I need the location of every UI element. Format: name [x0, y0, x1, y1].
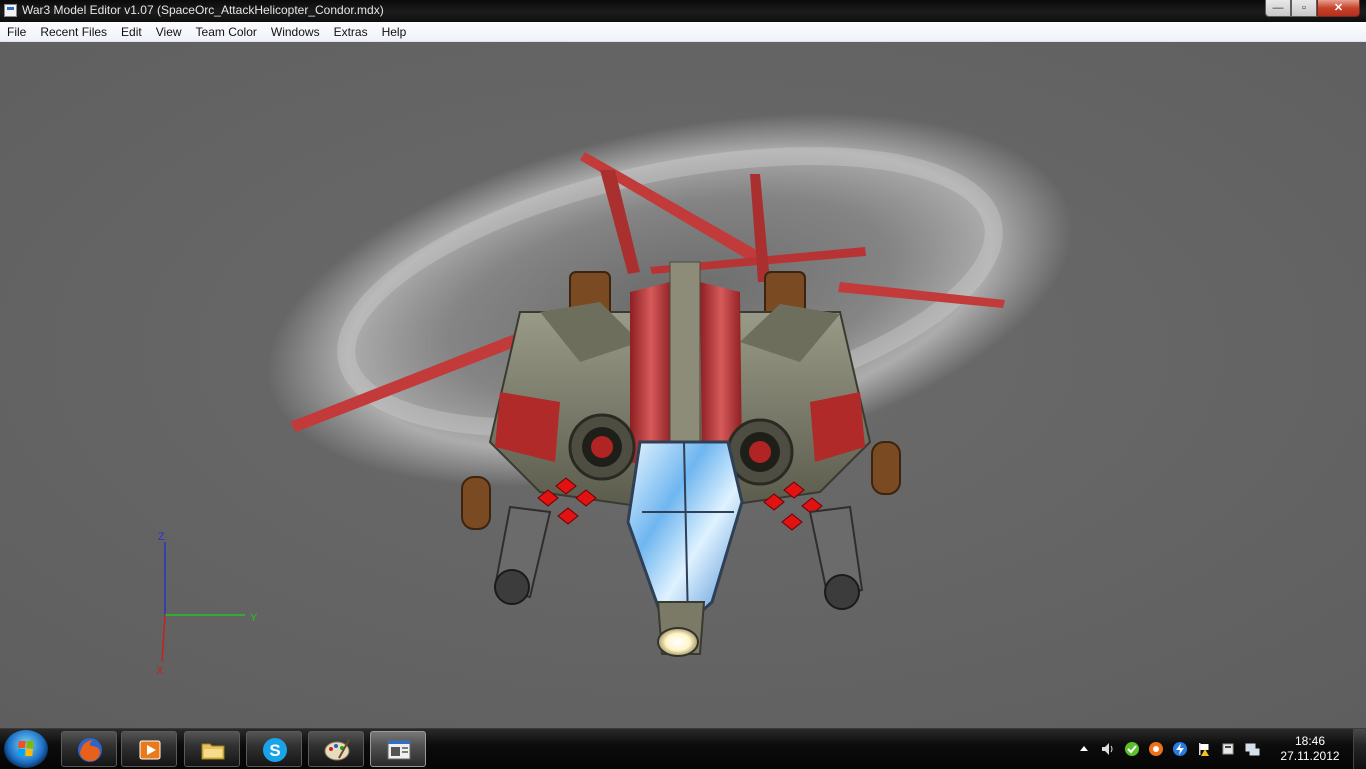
action-center-flag-icon[interactable]: [1196, 741, 1212, 757]
taskbar-war3-model-editor[interactable]: [370, 731, 426, 767]
z-axis-label: Z: [158, 531, 165, 543]
title-bar[interactable]: War3 Model Editor v1.07 (SpaceOrc_Attack…: [0, 0, 1366, 22]
taskbar: S 18:46 27.11.2012: [0, 728, 1366, 769]
x-axis-label: X: [156, 665, 164, 677]
folder-icon: [201, 743, 225, 760]
menu-windows[interactable]: Windows: [264, 22, 327, 41]
clock-date: 27.11.2012: [1280, 749, 1340, 763]
paint-palette-icon: [324, 739, 350, 761]
maximize-button[interactable]: ▫: [1291, 0, 1317, 17]
window-title: War3 Model Editor v1.07 (SpaceOrc_Attack…: [22, 3, 384, 17]
menu-edit[interactable]: Edit: [114, 22, 149, 41]
taskbar-paint[interactable]: [308, 731, 364, 767]
model-render: Z Y X: [0, 42, 1366, 728]
network-icon[interactable]: [1244, 741, 1260, 757]
green-app-icon[interactable]: [1124, 741, 1140, 757]
model-viewport[interactable]: Z Y X: [0, 42, 1366, 728]
device-icon[interactable]: [1220, 741, 1236, 757]
media-player-icon: [139, 740, 161, 760]
caption-buttons: — ▫ ✕: [1265, 0, 1360, 18]
clock-time: 18:46: [1294, 734, 1326, 748]
orange-app-icon[interactable]: [1148, 741, 1164, 757]
taskbar-media-player[interactable]: [121, 731, 177, 767]
menu-extras[interactable]: Extras: [327, 22, 375, 41]
taskbar-firefox[interactable]: [61, 731, 117, 767]
y-axis-label: Y: [250, 612, 258, 624]
clock[interactable]: 18:46 27.11.2012: [1280, 734, 1340, 764]
svg-text:S: S: [269, 741, 280, 760]
show-desktop-button[interactable]: [1353, 729, 1366, 769]
skype-icon: S: [263, 738, 287, 762]
volume-icon[interactable]: [1100, 741, 1116, 757]
menu-help[interactable]: Help: [375, 22, 414, 41]
start-button[interactable]: [4, 730, 48, 768]
taskbar-skype[interactable]: S: [246, 731, 302, 767]
close-button[interactable]: ✕: [1317, 0, 1360, 17]
model-editor-icon: [387, 740, 411, 760]
menu-file[interactable]: File: [0, 22, 33, 41]
firefox-icon: [78, 738, 102, 762]
taskbar-explorer[interactable]: [184, 731, 240, 767]
system-tray: 18:46 27.11.2012: [1076, 729, 1366, 769]
menu-view[interactable]: View: [149, 22, 189, 41]
show-hidden-icons-icon[interactable]: [1076, 741, 1092, 757]
app-icon[interactable]: [4, 4, 17, 17]
minimize-button[interactable]: —: [1265, 0, 1291, 17]
menu-recent-files[interactable]: Recent Files: [33, 22, 114, 41]
menu-bar: File Recent Files Edit View Team Color W…: [0, 22, 1366, 42]
blue-lightning-icon[interactable]: [1172, 741, 1188, 757]
menu-team-color[interactable]: Team Color: [189, 22, 264, 41]
nose-light: [656, 601, 706, 657]
windows-logo-icon: [17, 741, 35, 757]
